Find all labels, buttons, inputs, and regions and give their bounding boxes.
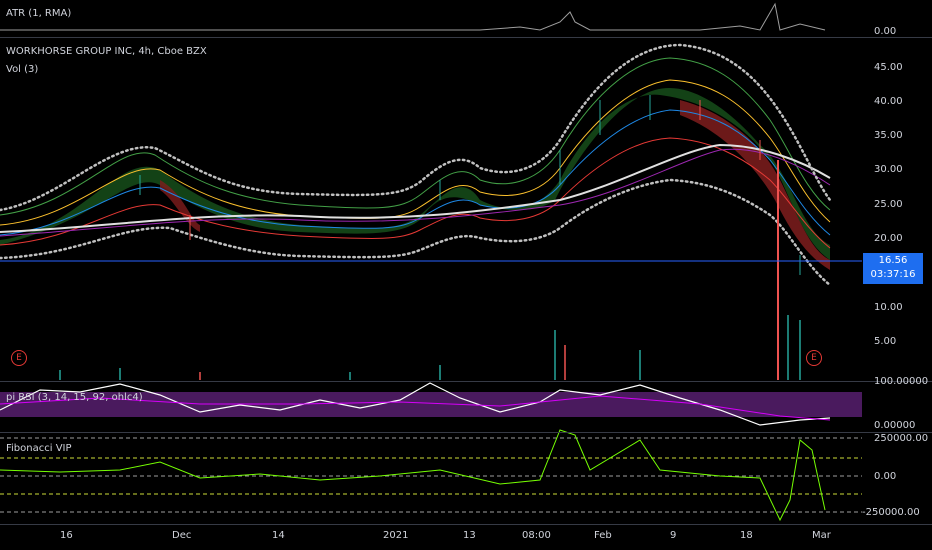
time-tick: 9 bbox=[670, 530, 677, 541]
ema-ribbon bbox=[0, 88, 830, 270]
fib-tick: 250000.00 bbox=[874, 433, 929, 444]
price-tick: 40.00 bbox=[874, 96, 903, 107]
time-tick: 08:00 bbox=[522, 530, 551, 541]
candles bbox=[139, 95, 801, 380]
fib-label[interactable]: Fibonacci VIP bbox=[6, 443, 72, 454]
price-tick: 30.00 bbox=[874, 164, 903, 175]
time-tick: 13 bbox=[463, 530, 476, 541]
price-tick: 20.00 bbox=[874, 233, 903, 244]
rsi-tick: 100.00000 bbox=[874, 376, 929, 387]
envelope-dots bbox=[0, 43, 832, 287]
price-tick: 35.00 bbox=[874, 130, 903, 141]
separator-rsi[interactable] bbox=[0, 381, 932, 382]
rsi-label[interactable]: pi RSI (3, 14, 15, 92, ohlc4) bbox=[6, 392, 143, 403]
price-tick: 25.00 bbox=[874, 199, 903, 210]
volume-label[interactable]: Vol (3) bbox=[6, 64, 38, 75]
time-tick: Feb bbox=[594, 530, 612, 541]
last-price-label[interactable]: 16.56 03:37:16 bbox=[863, 253, 923, 284]
price-tick: 10.00 bbox=[874, 302, 903, 313]
symbol-title[interactable]: WORKHORSE GROUP INC, 4h, Cboe BZX bbox=[6, 46, 207, 57]
price-tick: 5.00 bbox=[874, 336, 897, 347]
fib-tick: -250000.00 bbox=[862, 507, 920, 518]
main-chart-svg[interactable] bbox=[0, 0, 932, 550]
time-tick: Mar bbox=[812, 530, 831, 541]
rsi-tick: 0.00000 bbox=[874, 420, 916, 431]
separator-time[interactable] bbox=[0, 524, 932, 525]
volume-bars bbox=[59, 310, 801, 380]
time-tick: 18 bbox=[740, 530, 753, 541]
last-price-value: 16.56 bbox=[878, 255, 908, 266]
atr-series bbox=[0, 2, 826, 31]
earnings-badge[interactable]: E bbox=[806, 350, 822, 366]
time-tick: Dec bbox=[172, 530, 192, 541]
time-tick: 14 bbox=[272, 530, 285, 541]
fib-series bbox=[0, 429, 826, 522]
time-tick: 16 bbox=[60, 530, 73, 541]
time-tick: 2021 bbox=[383, 530, 409, 541]
price-tick: 45.00 bbox=[874, 62, 903, 73]
separator-fib[interactable] bbox=[0, 432, 932, 433]
fib-tick: 0.00 bbox=[874, 471, 897, 482]
band-lines bbox=[0, 57, 831, 249]
earnings-badge[interactable]: E bbox=[11, 350, 27, 366]
bar-countdown: 03:37:16 bbox=[870, 269, 916, 280]
fib-levels bbox=[0, 437, 862, 513]
